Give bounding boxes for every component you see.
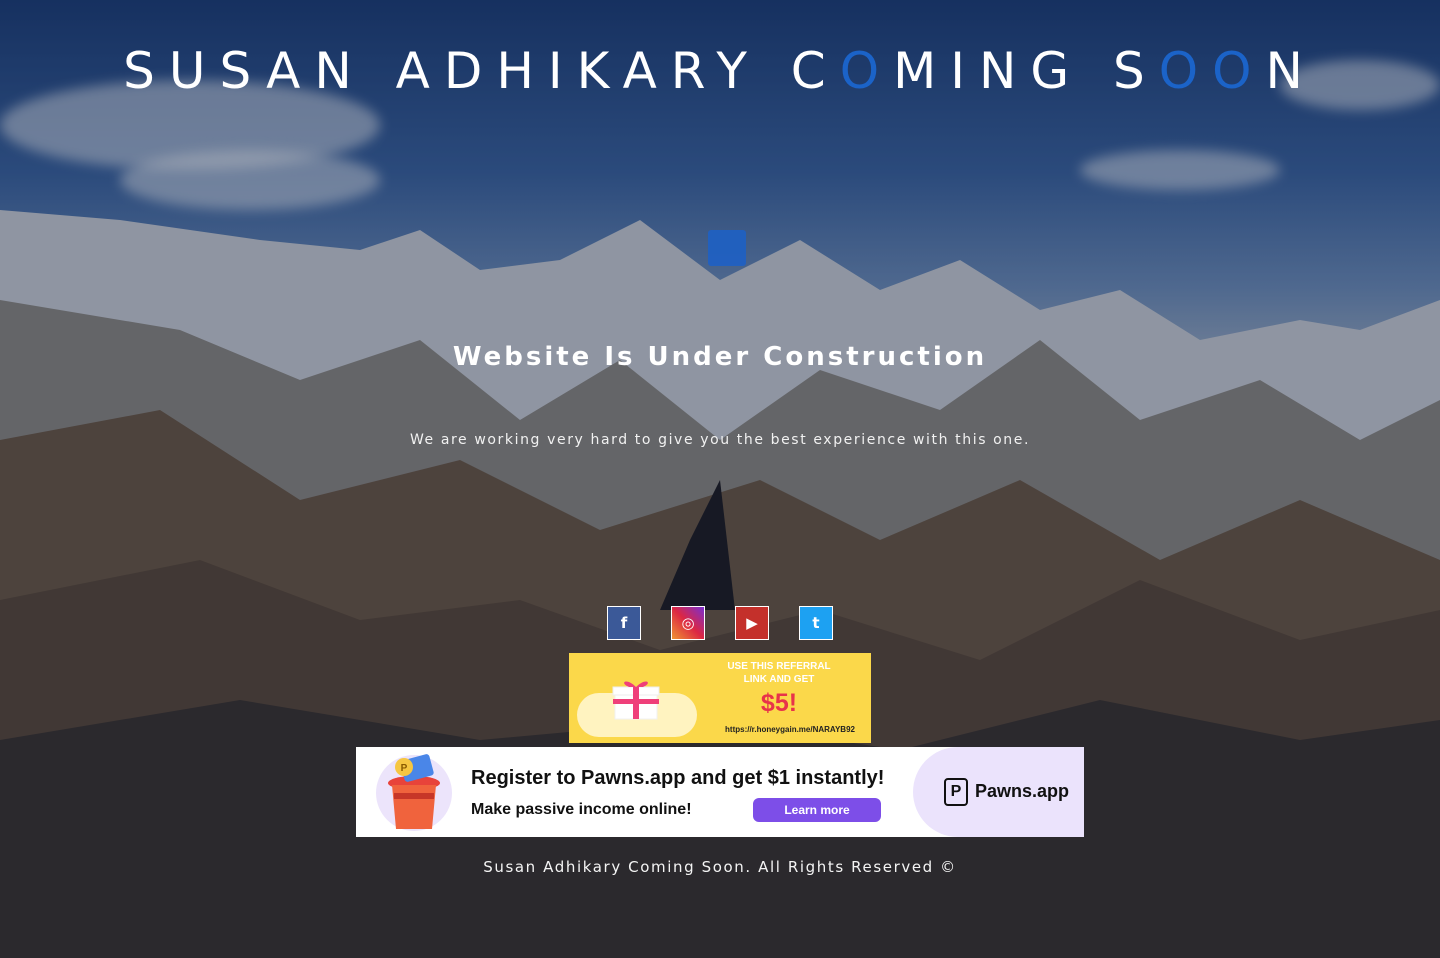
honeygain-referral-banner[interactable]: USE THIS REFERRAL LINK AND GET $5! https… [569,653,871,743]
construction-tagline: We are working very hard to give you the… [409,432,1031,448]
site-title-n: N [1265,42,1317,100]
social-links: f ◎ ▶ t [607,606,833,640]
honeygain-line1: USE THIS REFERRAL [727,661,831,672]
twitter-icon[interactable]: t [799,606,833,640]
learn-more-button[interactable]: Learn more [753,798,881,822]
site-title-o2: O [1158,42,1213,100]
honeygain-amount: $5! [760,689,798,717]
pawns-logo-text: Pawns.app [975,781,1070,801]
footer-copyright: Susan Adhikary Coming Soon. All Rights R… [483,858,957,876]
site-title-c: C [790,42,840,100]
site-title-ming: MING S [893,42,1159,100]
loader-square-icon [708,230,746,266]
construction-headline: Website Is Under Construction [452,342,988,372]
site-title: SUSAN ADHIKARY COMING SOON [0,42,1440,100]
site-title-o1: O [839,42,894,100]
pawns-logo-icon: P [944,778,968,806]
pawns-app-banner[interactable]: P Register to Pawns.app and get $1 insta… [356,747,1084,837]
honeygain-referral-text: USE THIS REFERRAL LINK AND GET [719,660,839,686]
honeygain-line2: LINK AND GET [743,674,815,685]
instagram-icon[interactable]: ◎ [671,606,705,640]
pawns-headline: Register to Pawns.app and get $1 instant… [471,767,885,789]
facebook-icon[interactable]: f [607,606,641,640]
pawns-subline: Make passive income online! [471,801,692,818]
youtube-icon[interactable]: ▶ [735,606,769,640]
site-title-prefix: SUSAN ADHIKARY [123,42,791,100]
gift-icon [612,681,660,720]
site-title-o3: O [1212,42,1266,100]
magic-hat-icon: P [388,754,440,829]
svg-text:P: P [401,763,408,774]
honeygain-link: https://r.honeygain.me/NARAYB92 [725,725,855,734]
